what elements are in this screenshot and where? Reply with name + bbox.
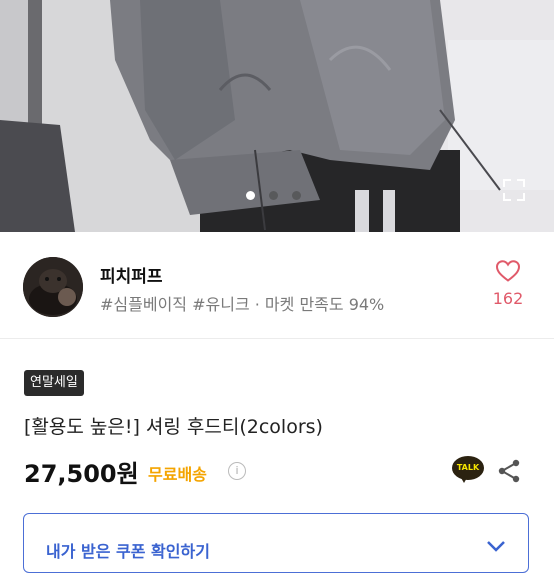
talk-icon: TALK: [452, 456, 484, 480]
kakao-talk-button[interactable]: TALK: [452, 456, 484, 484]
product-price: 27,500원: [24, 460, 139, 488]
seller-row[interactable]: 피치퍼프 #심플베이직 #유니크 · 마켓 만족도 94% 162: [0, 232, 554, 339]
coupon-check-button[interactable]: 내가 받은 쿠폰 확인하기: [23, 513, 529, 573]
chevron-down-icon: [487, 541, 505, 552]
slide-indicator: [246, 191, 301, 200]
talk-icon-tail: [460, 476, 468, 483]
info-icon[interactable]: i: [228, 462, 246, 480]
slide-dot[interactable]: [292, 191, 301, 200]
share-icon[interactable]: [497, 458, 521, 484]
seller-name[interactable]: 피치퍼프: [100, 262, 163, 287]
expand-icon[interactable]: [500, 176, 528, 204]
sale-badge: 연말세일: [24, 370, 84, 396]
like-count: 162: [492, 289, 524, 308]
heart-outline-icon: [495, 260, 521, 282]
product-photo[interactable]: [0, 0, 554, 232]
seller-tags: #심플베이직 #유니크 · 마켓 만족도 94%: [100, 295, 385, 314]
slide-dot-active[interactable]: [246, 191, 255, 200]
slide-dot[interactable]: [269, 191, 278, 200]
like-button[interactable]: 162: [486, 259, 530, 308]
avatar[interactable]: [23, 257, 83, 317]
product-title: [활용도 높은!] 셔링 후드티(2colors): [24, 416, 323, 438]
coupon-label: 내가 받은 쿠폰 확인하기: [46, 542, 210, 561]
shipping-label: 무료배송: [148, 465, 207, 484]
seller-avatar-image: [23, 257, 83, 317]
